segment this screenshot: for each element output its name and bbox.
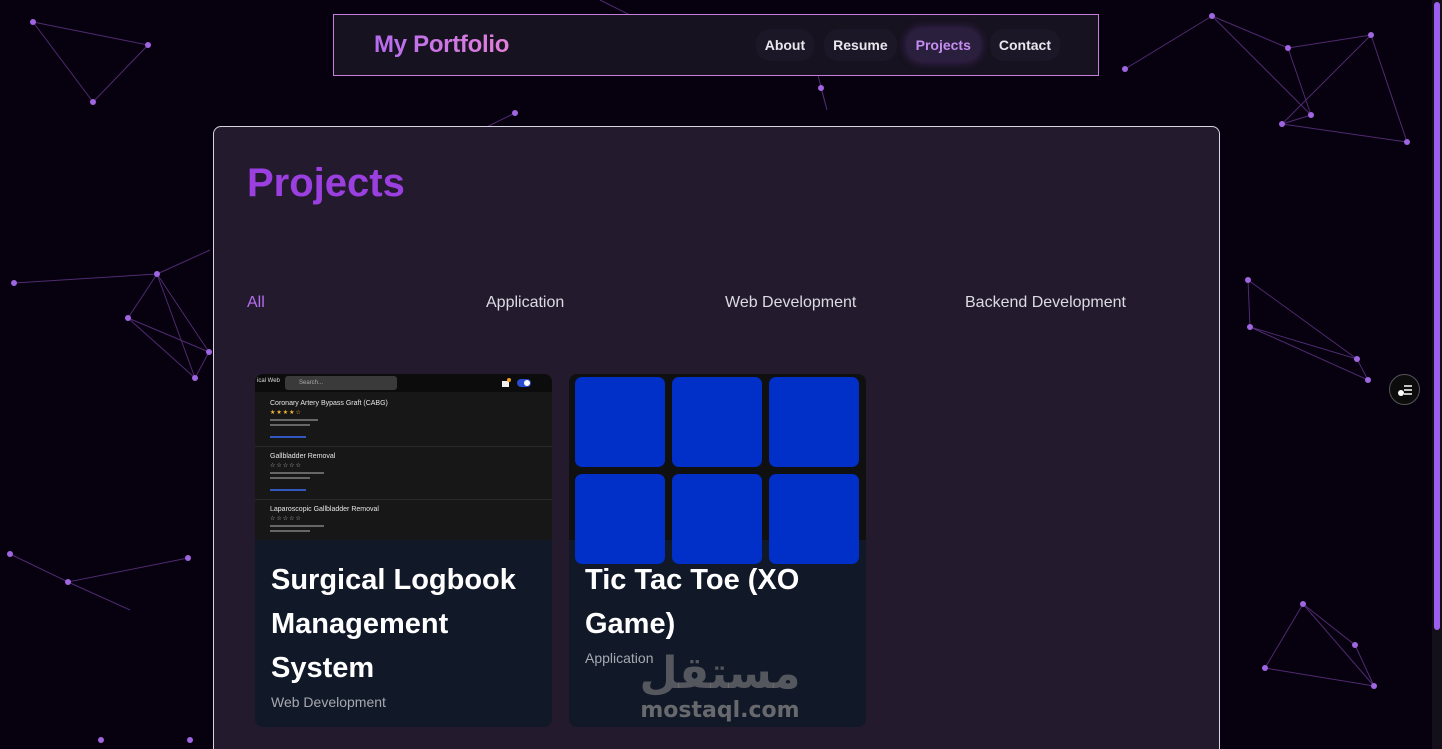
- thumbnail-item-name: Gallbladder Removal: [270, 453, 336, 460]
- board-cell: [769, 377, 859, 467]
- project-card-surgical-logbook[interactable]: ical Web Search... Coronary Artery Bypas…: [255, 374, 552, 727]
- project-title: Surgical Logbook Management System: [271, 564, 516, 684]
- project-filters: All Application Web Development Backend …: [214, 294, 1219, 314]
- filter-application[interactable]: Application: [486, 294, 564, 312]
- nav-link-contact[interactable]: Contact: [989, 29, 1060, 61]
- board-cell: [672, 377, 762, 467]
- filter-backend-development[interactable]: Backend Development: [965, 294, 1126, 312]
- board-cell: [769, 474, 859, 564]
- nav-link-projects[interactable]: Projects: [906, 29, 980, 61]
- thumbnail-link-line: [270, 489, 306, 491]
- thumbnail-list-item: Laparoscopic Gallbladder Removal ☆☆☆☆☆: [255, 500, 552, 552]
- nav-link-resume[interactable]: Resume: [824, 29, 897, 61]
- watermark: مستقل mostaql.com: [630, 648, 810, 724]
- board-cell: [575, 474, 665, 564]
- thumbnail-list-item: Gallbladder Removal ☆☆☆☆☆: [255, 447, 552, 500]
- navbar: My Portfolio About Resume Projects Conta…: [333, 14, 1099, 76]
- thumbnail-item-name: Laparoscopic Gallbladder Removal: [270, 506, 379, 513]
- project-category: Web Development: [271, 694, 386, 710]
- project-thumbnail: [569, 374, 866, 564]
- thumbnail-text-line: [270, 472, 324, 474]
- cart-icon: [502, 378, 511, 387]
- brand-logo[interactable]: My Portfolio: [374, 31, 509, 59]
- filter-list-button[interactable]: [1389, 374, 1420, 405]
- project-title: Tic Tac Toe (XO Game): [585, 564, 800, 640]
- watermark-latin: mostaql.com: [640, 698, 800, 723]
- thumbnail-link-line: [270, 436, 306, 438]
- project-thumbnail: ical Web Search... Coronary Artery Bypas…: [255, 374, 552, 540]
- filter-list-icon: [1397, 384, 1412, 396]
- thumbnail-header: ical Web Search...: [255, 374, 552, 392]
- thumbnail-text-line: [270, 477, 310, 479]
- watermark-arabic: مستقل: [639, 648, 801, 699]
- thumbnail-item-name: Coronary Artery Bypass Graft (CABG): [270, 400, 388, 407]
- thumbnail-item-stars: ★★★★☆: [270, 410, 302, 416]
- board-cell: [575, 377, 665, 467]
- scrollbar[interactable]: [1432, 0, 1442, 749]
- scrollbar-thumb[interactable]: [1434, 2, 1440, 630]
- filter-web-development[interactable]: Web Development: [725, 294, 856, 312]
- toggle-icon: [517, 379, 531, 387]
- page: My Portfolio About Resume Projects Conta…: [0, 0, 1442, 749]
- thumbnail-item-stars: ☆☆☆☆☆: [270, 516, 302, 522]
- thumbnail-text-line: [270, 424, 310, 426]
- filter-all[interactable]: All: [247, 294, 265, 312]
- nav-links: About Resume Projects Contact: [755, 29, 1060, 61]
- board-cell: [672, 474, 762, 564]
- thumbnail-search-input: Search...: [285, 376, 397, 390]
- nav-link-about[interactable]: About: [755, 29, 815, 61]
- thumbnail-text-line: [270, 525, 324, 527]
- page-title: Projects: [247, 161, 405, 205]
- thumbnail-list-item: Coronary Artery Bypass Graft (CABG) ★★★★…: [255, 394, 552, 447]
- thumbnail-text-line: [270, 530, 310, 532]
- thumbnail-brand: ical Web: [257, 378, 280, 384]
- thumbnail-text-line: [270, 419, 318, 421]
- thumbnail-item-stars: ☆☆☆☆☆: [270, 463, 302, 469]
